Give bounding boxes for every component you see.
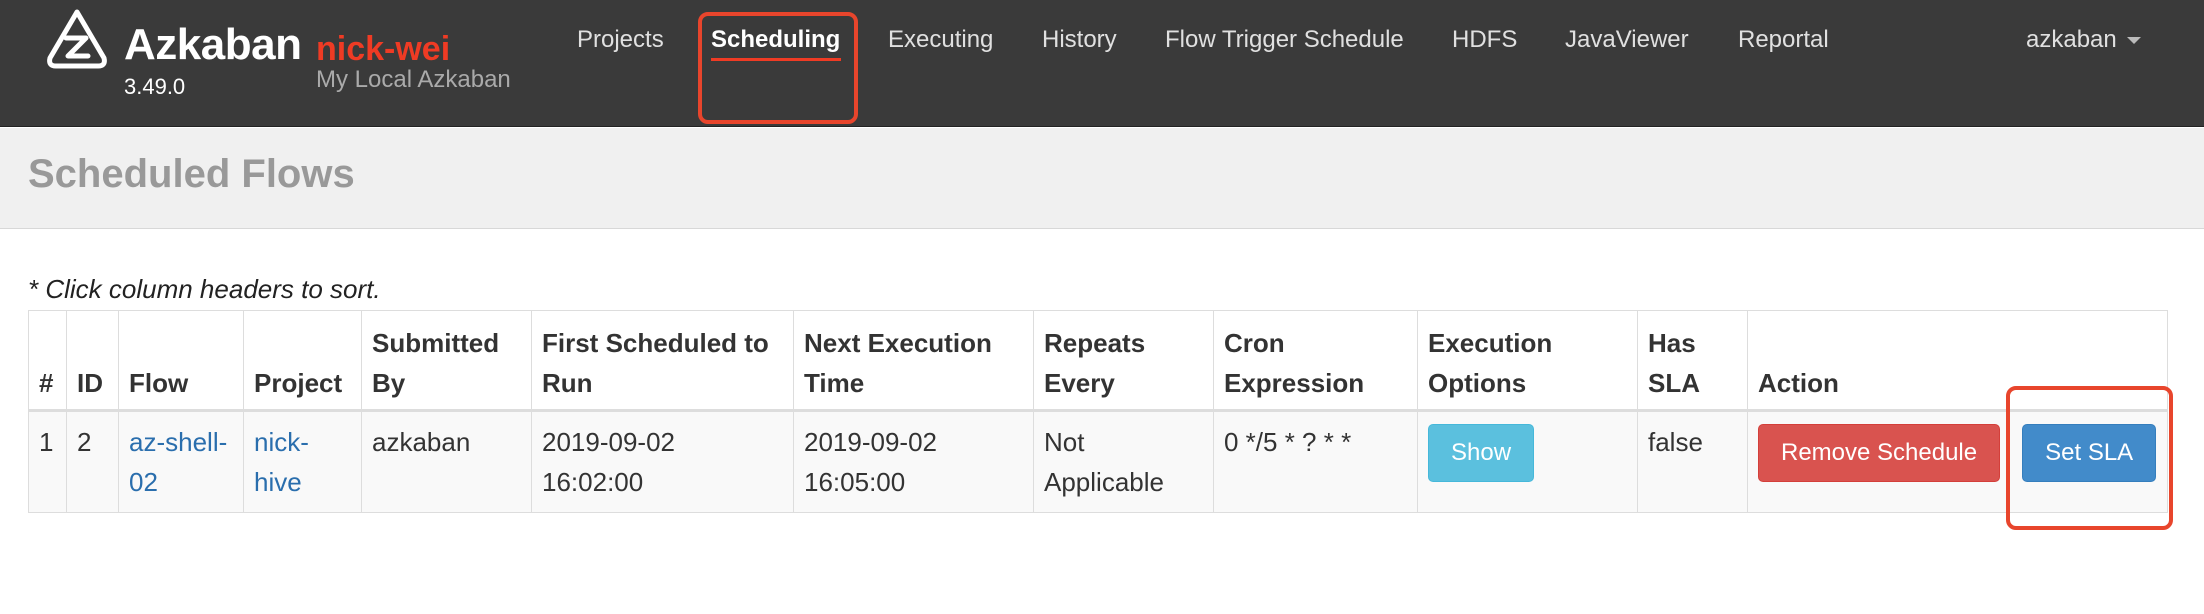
brand-env: nick-wei bbox=[316, 30, 451, 68]
cell-submitted-by: azkaban bbox=[361, 410, 532, 513]
show-options-button[interactable]: Show bbox=[1428, 424, 1535, 482]
col-header-next-execution[interactable]: Next Execution Time bbox=[793, 310, 1034, 412]
col-header-repeats-every[interactable]: Repeats Every bbox=[1033, 310, 1214, 412]
brand-name[interactable]: Azkaban bbox=[124, 20, 302, 70]
col-header-execution-options[interactable]: Execution Options bbox=[1417, 310, 1638, 412]
col-header-cron-expression[interactable]: Cron Expression bbox=[1213, 310, 1418, 412]
top-navbar: Azkaban nick-wei 3.49.0 My Local Azkaban… bbox=[0, 0, 2204, 127]
cell-execution-options: Show bbox=[1417, 410, 1638, 513]
scheduled-flows-table: # ID Flow Project Submitted By First Sch… bbox=[28, 310, 2168, 513]
nav-projects[interactable]: Projects bbox=[577, 26, 664, 54]
nav-history[interactable]: History bbox=[1042, 26, 1117, 54]
nav-flow-trigger-schedule[interactable]: Flow Trigger Schedule bbox=[1165, 26, 1404, 54]
col-header-has-sla[interactable]: Has SLA bbox=[1637, 310, 1748, 412]
cell-repeats-every: Not Applicable bbox=[1033, 410, 1214, 513]
page-header: Scheduled Flows bbox=[0, 128, 2204, 229]
cell-next-execution: 2019-09-02 16:05:00 bbox=[793, 410, 1034, 513]
col-header-id[interactable]: ID bbox=[66, 310, 119, 412]
cell-id: 2 bbox=[66, 410, 119, 513]
nav-executing[interactable]: Executing bbox=[888, 26, 993, 54]
nav-reportal[interactable]: Reportal bbox=[1738, 26, 1829, 54]
brand-subtitle: My Local Azkaban bbox=[316, 66, 511, 93]
col-header-flow[interactable]: Flow bbox=[118, 310, 244, 412]
chevron-down-icon bbox=[2126, 37, 2141, 45]
table-row: 1 2 az-shell-02 nick-hive azkaban 2019-0… bbox=[28, 410, 2168, 513]
sort-note: * Click column headers to sort. bbox=[28, 274, 381, 304]
cell-has-sla: false bbox=[1637, 410, 1748, 513]
user-menu[interactable]: azkaban bbox=[2026, 26, 2141, 54]
nav-hdfs[interactable]: HDFS bbox=[1452, 26, 1517, 54]
cell-project: nick-hive bbox=[243, 410, 362, 513]
col-header-project[interactable]: Project bbox=[243, 310, 362, 412]
azkaban-logo-icon[interactable] bbox=[44, 8, 110, 74]
cell-flow: az-shell-02 bbox=[118, 410, 244, 513]
remove-schedule-button[interactable]: Remove Schedule bbox=[1758, 424, 2001, 482]
flow-link[interactable]: az-shell-02 bbox=[129, 427, 227, 497]
brand-version: 3.49.0 bbox=[124, 74, 186, 99]
scheduling-highlight-box bbox=[698, 12, 858, 124]
col-header-submitted-by[interactable]: Submitted By bbox=[361, 310, 532, 412]
nav-javaviewer[interactable]: JavaViewer bbox=[1565, 26, 1689, 54]
cell-first-scheduled: 2019-09-02 16:02:00 bbox=[531, 410, 794, 513]
cell-num: 1 bbox=[28, 410, 67, 513]
col-header-num[interactable]: # bbox=[28, 310, 67, 412]
project-link[interactable]: nick-hive bbox=[254, 427, 309, 497]
table-header-row: # ID Flow Project Submitted By First Sch… bbox=[28, 310, 2168, 412]
set-sla-highlight-box bbox=[2006, 386, 2173, 530]
cell-cron-expression: 0 */5 * ? * * bbox=[1213, 410, 1418, 513]
user-name: azkaban bbox=[2026, 26, 2117, 53]
page-title: Scheduled Flows bbox=[28, 152, 355, 196]
col-header-first-scheduled[interactable]: First Scheduled to Run bbox=[531, 310, 794, 412]
